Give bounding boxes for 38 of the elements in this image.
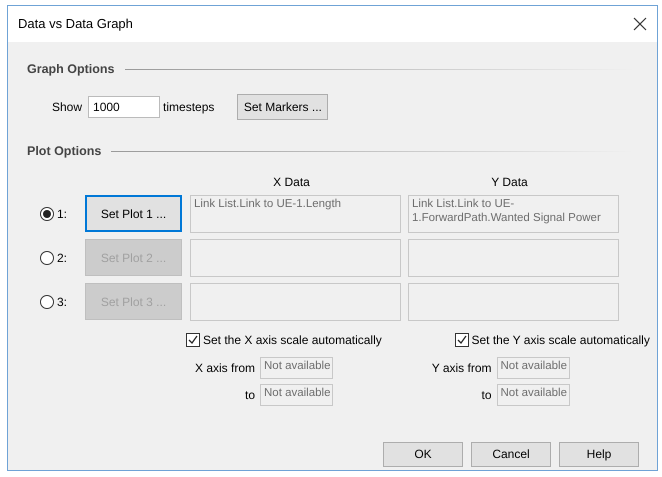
x-data-field[interactable] — [190, 238, 401, 276]
dialog-button[interactable]: Cancel — [471, 442, 551, 466]
show-label: Show — [52, 98, 82, 116]
dialog-button[interactable]: Help — [559, 442, 639, 466]
checkbox-label: Set the Y axis scale automatically — [472, 332, 650, 348]
y-data-field[interactable]: Link List.Link to UE-1.ForwardPath.Wanted Signal Power — [408, 194, 619, 232]
y-data-field[interactable] — [408, 238, 619, 276]
axis-field[interactable]: Not available — [496, 356, 570, 378]
radio-button[interactable] — [40, 206, 54, 220]
unit-label: timesteps — [163, 98, 214, 116]
x-data-field[interactable]: Link List.Link to UE-1.Length — [190, 194, 401, 232]
axis-field[interactable]: Not available — [496, 384, 570, 406]
x-data-field[interactable] — [190, 282, 401, 320]
field-value: Link List.Link to UE-1.ForwardPath.Wanted Signal Power — [412, 198, 601, 224]
checkbox[interactable] — [186, 332, 200, 346]
plot-number-label: 2: — [57, 250, 68, 266]
axis-field[interactable]: Not available — [260, 384, 333, 406]
timesteps-field[interactable]: 1000 — [88, 96, 160, 118]
checkbox[interactable] — [454, 332, 468, 346]
section-heading: Plot Options — [27, 142, 102, 160]
set-markers-button[interactable]: Set Markers ... — [237, 94, 328, 120]
column-header: X Data — [272, 174, 311, 190]
checkbox-label: Set the X axis scale automatically — [203, 332, 382, 348]
plot-number-label: 1: — [57, 206, 68, 222]
axis-label: Y axis from — [430, 360, 492, 376]
set-plot-button[interactable]: Set Plot 1 ... — [85, 195, 182, 232]
y-data-field[interactable] — [408, 282, 619, 320]
section-heading: Graph Options — [27, 61, 114, 78]
axis-label: to — [244, 386, 255, 404]
dialog-button[interactable]: OK — [383, 442, 463, 466]
axis-label: X axis from — [194, 360, 255, 376]
window-title: Data vs Data Graph — [18, 15, 133, 34]
close-icon[interactable] — [633, 17, 647, 31]
plot-number-label: 3: — [57, 294, 68, 310]
column-header: Y Data — [490, 174, 529, 190]
field-value: Link List.Link to UE-1.Length — [194, 198, 342, 210]
axis-field[interactable]: Not available — [260, 356, 333, 378]
axis-label: to — [480, 386, 492, 404]
